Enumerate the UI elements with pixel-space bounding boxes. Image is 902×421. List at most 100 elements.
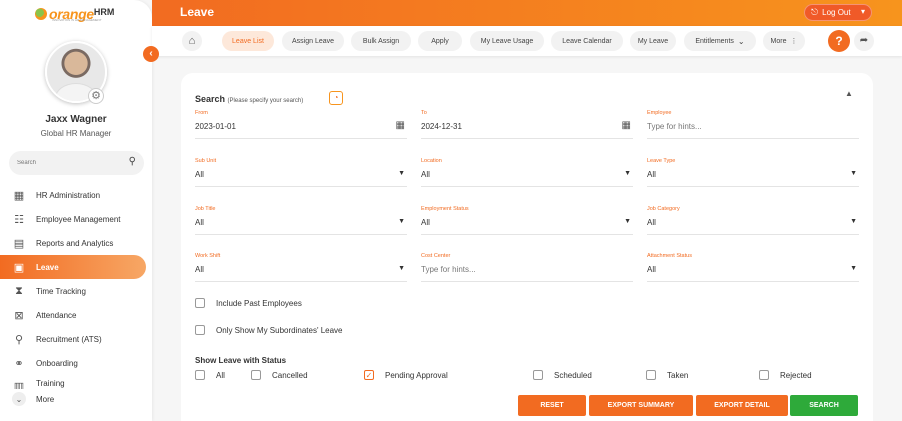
- sidebar-item-label: Time Tracking: [36, 286, 86, 296]
- attachment-status-select[interactable]: Attachment Status All ▼: [647, 253, 859, 282]
- gear-icon[interactable]: ⚙: [88, 88, 104, 104]
- status-cancelled-checkbox[interactable]: Cancelled: [251, 370, 308, 380]
- job-title-select[interactable]: Job Title All ▼: [195, 206, 407, 235]
- sidebar-item-time-tracking[interactable]: ⧗ Time Tracking: [0, 279, 146, 303]
- sidebar-item-label: HR Administration: [36, 190, 101, 200]
- sidebar-nav: ▦ HR Administration ☷ Employee Managemen…: [0, 183, 152, 389]
- tab-more[interactable]: More ⋮: [763, 31, 805, 51]
- caret-down-icon: ▼: [850, 218, 857, 225]
- home-icon[interactable]: ⌂: [182, 31, 202, 51]
- help-button[interactable]: ?: [828, 30, 850, 52]
- search-icon[interactable]: ⚲: [129, 156, 136, 167]
- checkbox-box[interactable]: [195, 298, 205, 308]
- logout-button[interactable]: ⎋ Log Out ▾: [804, 4, 872, 21]
- to-value[interactable]: 2024-12-31: [421, 122, 631, 131]
- work-shift-select[interactable]: Work Shift All ▼: [195, 253, 407, 282]
- job-category-value: All: [647, 218, 656, 227]
- share-icon[interactable]: ➦: [854, 31, 874, 51]
- search-title-text: Search: [195, 94, 226, 104]
- only-subordinates-checkbox[interactable]: Only Show My Subordinates' Leave: [195, 325, 342, 335]
- status-pending-approval-checkbox[interactable]: ✓ Pending Approval: [364, 370, 448, 380]
- sidebar-item-recruitment[interactable]: ⚲ Recruitment (ATS): [0, 327, 146, 351]
- caret-down-icon[interactable]: ▾: [861, 7, 865, 16]
- sidebar-item-onboarding[interactable]: ⚭ Onboarding: [0, 351, 146, 375]
- checkbox-box[interactable]: [251, 370, 261, 380]
- attendance-icon: ⊠: [14, 309, 24, 322]
- calendar-icon[interactable]: ▦: [622, 120, 631, 131]
- check-icon[interactable]: ✓: [364, 370, 374, 380]
- to-date-field[interactable]: To 2024-12-31 ▦: [421, 110, 633, 139]
- sidebar-item-training[interactable]: ▥ Training: [0, 375, 146, 389]
- job-title-label: Job Title: [195, 206, 216, 212]
- checkbox-box[interactable]: [646, 370, 656, 380]
- employment-status-value: All: [421, 218, 430, 227]
- export-detail-button[interactable]: EXPORT DETAIL: [696, 395, 788, 416]
- cost-center-input[interactable]: Type for hints...: [421, 265, 631, 274]
- sidebar-item-leave[interactable]: ▣ Leave: [0, 255, 146, 279]
- tab-my-leave-usage[interactable]: My Leave Usage: [470, 31, 544, 51]
- tab-apply[interactable]: Apply: [418, 31, 462, 51]
- collapse-sidebar-button[interactable]: ‹: [143, 46, 159, 62]
- field-underline: [421, 234, 633, 235]
- checkbox-box[interactable]: [759, 370, 769, 380]
- from-value[interactable]: 2023-01-01: [195, 122, 405, 131]
- location-select[interactable]: Location All ▼: [421, 158, 633, 187]
- tab-leave-calendar[interactable]: Leave Calendar: [551, 31, 623, 51]
- sidebar-item-employee-management[interactable]: ☷ Employee Management: [0, 207, 146, 231]
- export-summary-button[interactable]: EXPORT SUMMARY: [589, 395, 693, 416]
- status-taken-checkbox[interactable]: Taken: [646, 370, 688, 380]
- reset-button[interactable]: RESET: [518, 395, 586, 416]
- cost-center-field[interactable]: Cost Center Type for hints...: [421, 253, 633, 282]
- leave-icon: ▣: [13, 261, 25, 274]
- status-label: Taken: [667, 370, 689, 380]
- tab-bulk-assign[interactable]: Bulk Assign: [351, 31, 411, 51]
- sidebar-more[interactable]: ⌄ More: [12, 392, 54, 406]
- from-date-field[interactable]: From 2023-01-01 ▦: [195, 110, 407, 139]
- logo-mark-icon: [35, 8, 47, 20]
- status-section-title: Show Leave with Status: [195, 356, 287, 365]
- tab-my-leave[interactable]: My Leave: [630, 31, 676, 51]
- field-underline: [421, 186, 633, 187]
- field-underline: [647, 186, 859, 187]
- tab-assign-leave[interactable]: Assign Leave: [282, 31, 344, 51]
- sub-unit-label: Sub Unit: [195, 158, 217, 164]
- kebab-icon: ⋮: [790, 38, 798, 45]
- sidebar-search-input[interactable]: [17, 160, 117, 166]
- from-label: From: [195, 110, 208, 116]
- field-underline: [647, 281, 859, 282]
- status-rejected-checkbox[interactable]: Rejected: [759, 370, 812, 380]
- employee-input[interactable]: Type for hints...: [647, 122, 857, 131]
- tab-leave-list[interactable]: Leave List: [222, 31, 274, 51]
- checkbox-box[interactable]: [533, 370, 543, 380]
- checkbox-box[interactable]: [195, 325, 205, 335]
- logout-icon: ⎋: [811, 7, 819, 17]
- search-button[interactable]: SEARCH: [790, 395, 858, 416]
- recruit-icon: ⚲: [14, 333, 24, 346]
- leave-type-select[interactable]: Leave Type All ▼: [647, 158, 859, 187]
- employee-field[interactable]: Employee Type for hints...: [647, 110, 859, 139]
- collapse-up-icon[interactable]: ▲: [845, 89, 853, 98]
- sidebar-search: ⚲: [9, 151, 144, 175]
- status-scheduled-checkbox[interactable]: Scheduled: [533, 370, 592, 380]
- calendar-icon[interactable]: ▦: [396, 120, 405, 131]
- include-past-employees-checkbox[interactable]: Include Past Employees: [195, 298, 302, 308]
- tab-entitlements-label: Entitlements: [695, 37, 734, 45]
- leave-type-value: All: [647, 170, 656, 179]
- job-category-label: Job Category: [647, 206, 680, 212]
- employment-status-select[interactable]: Employment Status All ▼: [421, 206, 633, 235]
- field-underline: [421, 281, 633, 282]
- caret-down-icon: ▼: [850, 170, 857, 177]
- status-all-checkbox[interactable]: All: [195, 370, 225, 380]
- rss-icon[interactable]: ◔: [329, 91, 343, 105]
- job-title-value: All: [195, 218, 204, 227]
- caret-down-icon: ▼: [624, 218, 631, 225]
- sub-unit-select[interactable]: Sub Unit All ▼: [195, 158, 407, 187]
- sidebar-item-hr-administration[interactable]: ▦ HR Administration: [0, 183, 146, 207]
- sidebar-item-reports-and-analytics[interactable]: ▤ Reports and Analytics: [0, 231, 146, 255]
- job-category-select[interactable]: Job Category All ▼: [647, 206, 859, 235]
- sidebar-item-attendance[interactable]: ⊠ Attendance: [0, 303, 146, 327]
- status-label: Cancelled: [272, 370, 308, 380]
- field-underline: [647, 234, 859, 235]
- checkbox-box[interactable]: [195, 370, 205, 380]
- tab-entitlements[interactable]: Entitlements ⌄: [684, 31, 756, 51]
